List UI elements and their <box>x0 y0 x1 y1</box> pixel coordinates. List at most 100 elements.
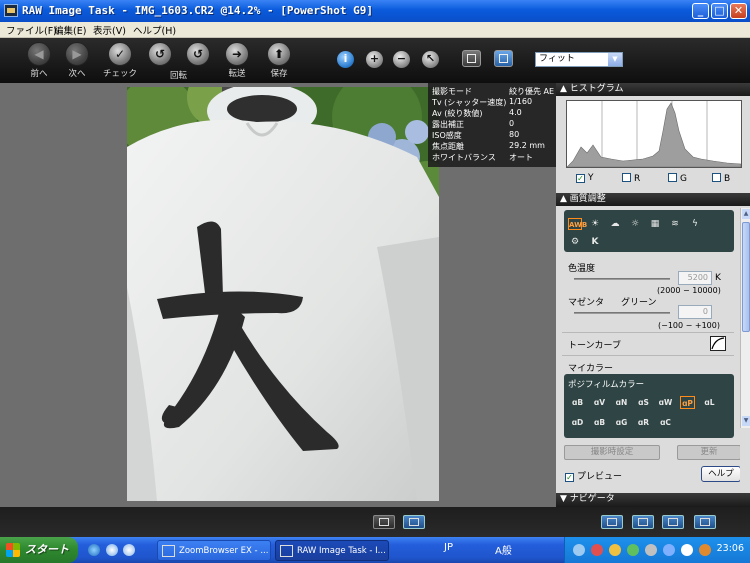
wb-tungsten-icon[interactable]: ☼ <box>628 218 642 230</box>
side-panel: ▲ ヒストグラム ✓ Y R G B ▲ 画質調整 AWB ☀ ☁ ☼ ▦ ≋ ϟ… <box>556 83 750 507</box>
magenta-green-input[interactable]: 0 <box>678 305 712 319</box>
task-raw-image-task[interactable]: RAW Image Task - I... <box>275 540 389 561</box>
wb-flash-icon[interactable]: ϟ <box>688 218 702 230</box>
mycolor-b-icon[interactable]: ɑB <box>570 396 585 409</box>
tray-security-icon[interactable] <box>591 544 603 556</box>
navigator-header[interactable]: ▼ ナビゲータ <box>556 493 750 507</box>
wb-cloudy-icon[interactable]: ☁ <box>608 218 622 230</box>
transfer-button[interactable]: ➜ 転送 <box>217 42 257 82</box>
save-icon: ⬆ <box>267 42 291 66</box>
magenta-green-slider[interactable] <box>574 312 670 314</box>
next-button[interactable]: ▶ 次へ <box>57 42 97 82</box>
mycolor-b2-icon[interactable]: ɑB <box>592 416 607 429</box>
pointer-tool-button[interactable]: ↖ <box>422 51 439 68</box>
task-zoombrowser[interactable]: ZoomBrowser EX - ... <box>157 540 271 561</box>
ime-indicator[interactable]: A般 <box>495 542 512 557</box>
histogram-header[interactable]: ▲ ヒストグラム <box>556 83 750 96</box>
panel-info-button[interactable] <box>601 515 623 529</box>
histo-check-y[interactable]: ✓ Y <box>576 173 594 183</box>
rotate-label: 回転 <box>170 71 188 81</box>
scroll-thumb[interactable] <box>742 222 750 332</box>
help-button[interactable]: ヘルプ <box>701 466 740 482</box>
mycolor-g-icon[interactable]: ɑG <box>614 416 629 429</box>
tray-update-icon[interactable] <box>609 544 621 556</box>
menu-file[interactable]: ファイル(F) <box>6 23 57 37</box>
check-label: チェック <box>102 69 137 79</box>
update-button[interactable]: 更新 <box>677 445 740 460</box>
single-view-button[interactable] <box>462 50 481 67</box>
maximize-button[interactable]: □ <box>711 3 728 19</box>
preview-photo[interactable] <box>127 87 439 501</box>
title-bar[interactable]: RAW Image Task - IMG_1603.CR2 @14.2% - [… <box>0 0 750 22</box>
wb-fluorescent-icon[interactable]: ▦ <box>648 218 662 230</box>
tray-volume-icon[interactable] <box>645 544 657 556</box>
tray-display-icon[interactable] <box>681 544 693 556</box>
mycolor-c-icon[interactable]: ɑC <box>658 416 673 429</box>
histo-check-g[interactable]: G <box>668 173 687 184</box>
info-toggle-button[interactable]: i <box>337 51 354 68</box>
preview-checkbox[interactable]: ✓ プレビュー <box>565 469 622 482</box>
shooting-settings-button[interactable]: 撮影時設定 <box>564 445 660 460</box>
histo-check-r[interactable]: R <box>622 173 640 184</box>
media-icon[interactable] <box>123 544 135 556</box>
mycolor-l-icon[interactable]: ɑL <box>702 396 717 409</box>
panel-histogram-button[interactable] <box>632 515 654 529</box>
image-viewer[interactable]: 撮影モード 絞り優先 AE Tv (シャッター速度) 1/160 Av (絞り数値)… <box>0 83 556 507</box>
divider <box>562 355 734 356</box>
start-button[interactable]: スタート <box>0 537 78 563</box>
tray-device-icon[interactable] <box>663 544 675 556</box>
check-button[interactable]: ✓ チェック <box>100 42 140 82</box>
language-indicator[interactable]: JP <box>444 542 453 553</box>
mycolor-r-icon[interactable]: ɑR <box>636 416 651 429</box>
app-icon[interactable] <box>4 4 18 17</box>
minimize-button[interactable]: _ <box>692 3 709 19</box>
taskbar: スタート ZoomBrowser EX - ... RAW Image Task… <box>0 537 750 563</box>
prev-button[interactable]: ◀ 前へ <box>19 42 59 82</box>
ie-icon[interactable] <box>88 544 100 556</box>
histogram-graph <box>566 101 742 168</box>
menu-edit[interactable]: 編集(E) <box>54 23 86 37</box>
panel-scrollbar[interactable]: ▲ ▼ <box>740 208 750 428</box>
histo-check-b[interactable]: B <box>712 173 730 184</box>
zoom-out-button[interactable]: − <box>393 51 410 68</box>
scroll-up-icon[interactable]: ▲ <box>742 209 750 219</box>
wb-kelvin-icon[interactable]: K <box>588 236 602 248</box>
tone-curve-button[interactable] <box>710 336 726 351</box>
close-button[interactable]: ✕ <box>730 3 747 19</box>
layout-single-button[interactable] <box>373 515 395 529</box>
zoom-select[interactable]: フィット ▼ <box>535 52 623 67</box>
zoom-in-button[interactable]: + <box>366 51 383 68</box>
mycolor-d-icon[interactable]: ɑD <box>570 416 585 429</box>
wb-auto-icon[interactable]: AWB <box>568 218 587 230</box>
mycolor-w-icon[interactable]: ɑW <box>658 396 673 409</box>
panel-adjust-button[interactable] <box>662 515 684 529</box>
menu-bar: ファイル(F) 編集(E) 表示(V) ヘルプ(H) <box>0 22 750 38</box>
tray-misc-icon[interactable] <box>699 544 711 556</box>
mycolor-v-icon[interactable]: ɑV <box>592 396 607 409</box>
tray-app-icon[interactable] <box>627 544 639 556</box>
wb-daylight-icon[interactable]: ☀ <box>588 218 602 230</box>
clock[interactable]: 23:06 <box>717 543 744 554</box>
color-temp-label: 色温度 <box>568 264 596 274</box>
scroll-down-icon[interactable]: ▼ <box>742 416 750 426</box>
mycolor-p-icon[interactable]: ɑP <box>680 396 695 409</box>
save-button[interactable]: ⬆ 保存 <box>259 42 299 82</box>
wb-custom-icon[interactable]: ⚙ <box>568 236 582 248</box>
color-temp-input[interactable]: 5200 <box>678 271 712 285</box>
menu-view[interactable]: 表示(V) <box>93 23 126 37</box>
wb-fluorescent-h-icon[interactable]: ≋ <box>668 218 682 230</box>
chevron-down-icon[interactable]: ▼ <box>608 53 622 66</box>
layout-fit-button[interactable] <box>403 515 425 529</box>
color-temp-slider[interactable] <box>574 278 670 280</box>
desktop-icon[interactable] <box>106 544 118 556</box>
tray-network-icon[interactable] <box>573 544 585 556</box>
menu-help[interactable]: ヘルプ(H) <box>133 23 176 37</box>
mycolor-s-icon[interactable]: ɑS <box>636 396 651 409</box>
panel-navigator-button[interactable] <box>694 515 716 529</box>
compare-view-button[interactable] <box>494 50 513 67</box>
green-label: グリーン <box>621 298 657 308</box>
image-adjust-header[interactable]: ▲ 画質調整 <box>556 193 750 206</box>
mycolor-n-icon[interactable]: ɑN <box>614 396 629 409</box>
white-balance-box: AWB ☀ ☁ ☼ ▦ ≋ ϟ ⚙ K <box>564 210 734 252</box>
zoombrowser-icon <box>162 545 175 557</box>
